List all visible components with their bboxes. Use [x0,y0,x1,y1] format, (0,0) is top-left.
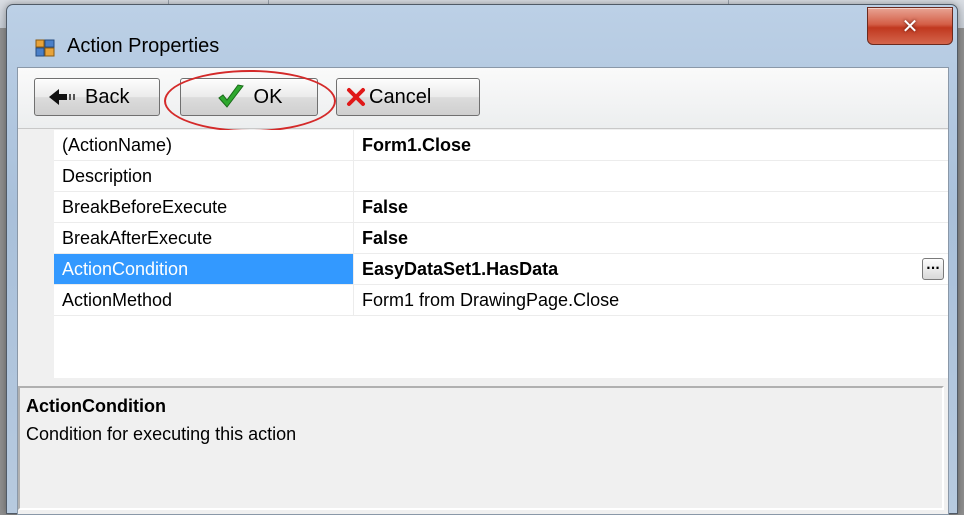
property-row-selected[interactable]: ActionCondition EasyDataSet1.HasData ... [54,254,948,285]
property-value[interactable]: False [354,192,948,223]
ellipsis-button[interactable]: ... [922,258,944,280]
property-value[interactable] [354,161,948,192]
property-grid: (ActionName) Form1.Close Description Bre… [18,130,948,378]
title-bar[interactable]: Action Properties ✕ [7,5,957,67]
ok-button[interactable]: OK [180,78,318,116]
property-row[interactable]: Description [54,161,948,192]
property-name: ActionCondition [54,254,354,285]
green-checkmark-icon [217,84,244,108]
property-row[interactable]: (ActionName) Form1.Close [54,130,948,161]
window-title: Action Properties [67,35,220,57]
help-description: Condition for executing this action [26,424,297,444]
property-name: ActionMethod [54,285,354,316]
help-title: ActionCondition [26,396,166,416]
property-value[interactable]: EasyDataSet1.HasData ... [354,254,948,285]
property-value[interactable]: False [354,223,948,254]
back-button-label: Back [85,85,130,108]
action-properties-dialog: Action Properties ✕ Back OK Cancel (Acti… [6,4,958,515]
close-icon: ✕ [901,14,919,38]
close-button[interactable]: ✕ [867,7,953,45]
property-row[interactable]: ActionMethod Form1 from DrawingPage.Clos… [54,285,948,316]
property-value-text: EasyDataSet1.HasData [362,259,559,279]
property-row[interactable]: BreakAfterExecute False [54,223,948,254]
property-name: Description [54,161,354,192]
property-value[interactable]: Form1 from DrawingPage.Close [354,285,948,316]
property-name: BreakAfterExecute [54,223,354,254]
red-x-icon [347,88,365,106]
property-value[interactable]: Form1.Close [354,130,948,161]
cancel-button[interactable]: Cancel [336,78,480,116]
properties-window-icon [35,39,55,57]
back-arrow-icon [49,89,75,105]
back-button[interactable]: Back [34,78,160,116]
help-panel: ActionCondition Condition for executing … [18,386,944,510]
dialog-client-area: Back OK Cancel (ActionName) Form1.Close [17,67,949,515]
property-name: BreakBeforeExecute [54,192,354,223]
ok-button-label: OK [253,85,283,108]
toolbar: Back OK Cancel [18,68,948,132]
property-row[interactable]: BreakBeforeExecute False [54,192,948,223]
property-name: (ActionName) [54,130,354,161]
cancel-button-label: Cancel [369,85,432,108]
property-grid-gutter [18,130,54,378]
grid-help-splitter[interactable] [18,378,948,386]
